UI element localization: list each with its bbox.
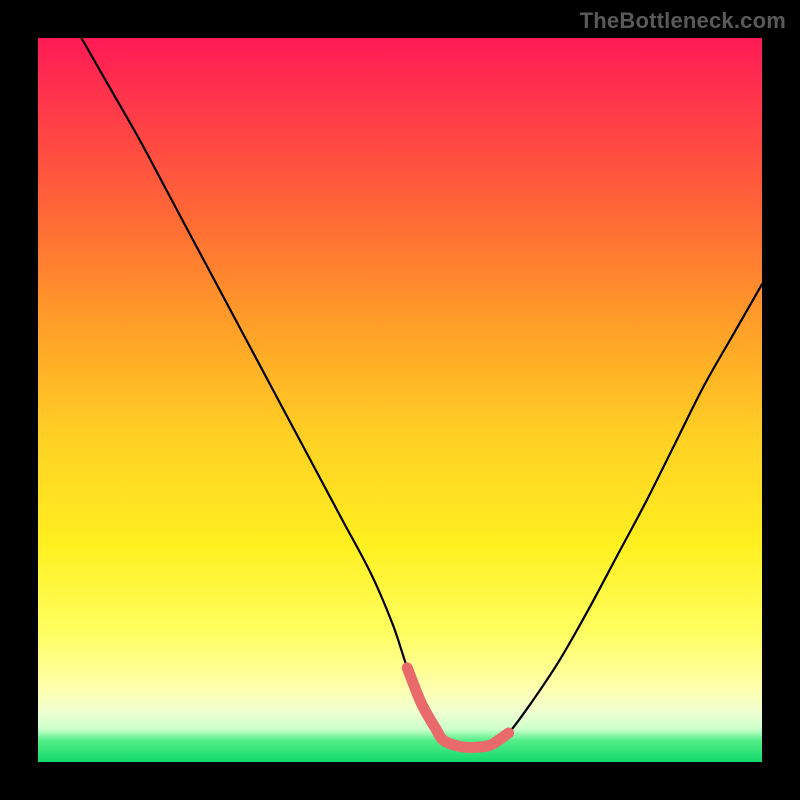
curve-svg <box>38 38 762 762</box>
watermark-text: TheBottleneck.com <box>580 8 786 34</box>
bottleneck-curve <box>81 38 762 748</box>
bottom-highlight <box>407 668 508 748</box>
plot-area <box>38 38 762 762</box>
chart-frame: TheBottleneck.com <box>0 0 800 800</box>
